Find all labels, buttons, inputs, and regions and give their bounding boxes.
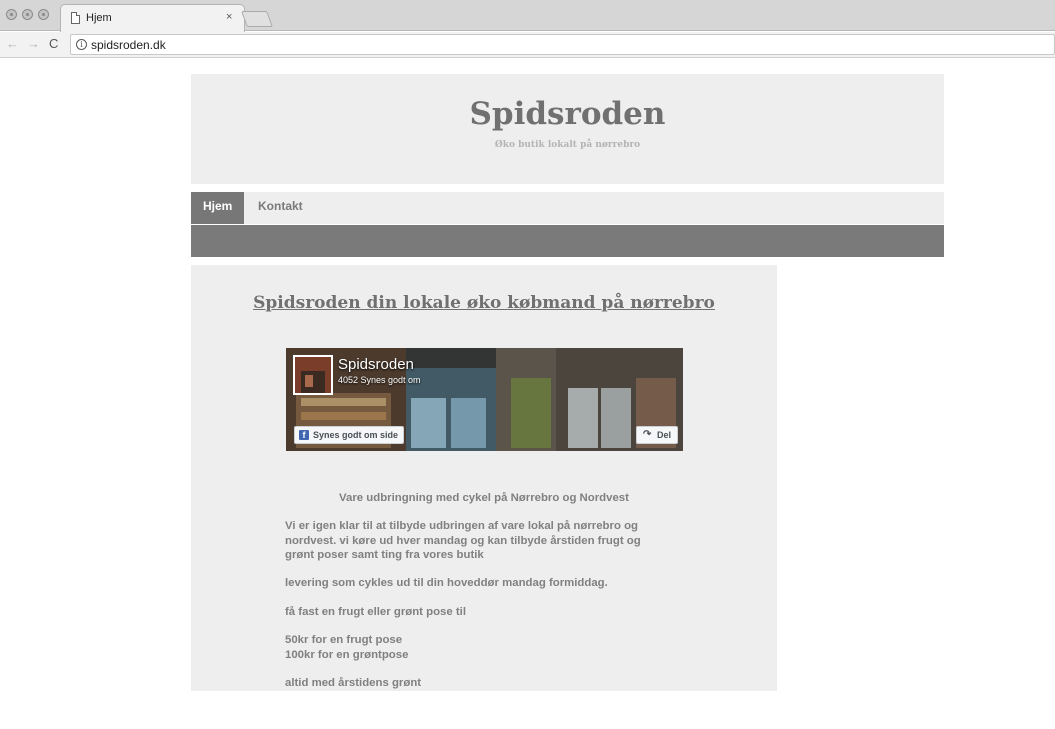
page-icon: [71, 12, 80, 24]
paragraph-line: altid med årstidens grønt: [285, 677, 422, 689]
facebook-like-button[interactable]: f Synes godt om side: [294, 426, 405, 444]
tab-close-icon[interactable]: ×: [226, 11, 232, 23]
close-window-icon[interactable]: [6, 9, 17, 20]
facebook-icon: f: [299, 430, 309, 440]
content-heading: Spidsroden din lokale øko købmand på nør…: [253, 293, 715, 313]
paragraph-line: nordvest. vi køre ud hver mandag og kan …: [285, 535, 641, 547]
facebook-page-widget[interactable]: Spidsroden 4052 Synes godt om f Synes go…: [286, 348, 683, 451]
main-nav: Hjem Kontakt: [191, 192, 944, 224]
reload-icon[interactable]: C: [49, 36, 58, 51]
paragraph-line: grønt poser samt ting fra vores butik: [285, 549, 484, 561]
browser-tab[interactable]: Hjem ×: [60, 4, 245, 32]
paragraph-line: Vi er igen klar til at tilbyde udbringen…: [285, 520, 638, 532]
paragraph-line: levering som cykles ud til din hoveddør …: [285, 577, 608, 589]
browser-toolbar: ← → C i spidsroden.dk: [0, 32, 1055, 58]
minimize-window-icon[interactable]: [22, 9, 33, 20]
share-icon: ↷: [643, 429, 652, 440]
price-line: 50kr for en frugt pose: [285, 634, 403, 646]
maximize-window-icon[interactable]: [38, 9, 49, 20]
page-thumbnail[interactable]: [293, 355, 333, 395]
facebook-page-name[interactable]: Spidsroden: [338, 356, 414, 373]
nav-item-hjem[interactable]: Hjem: [191, 192, 245, 224]
like-button-label: Synes godt om side: [313, 430, 399, 440]
address-bar[interactable]: i spidsroden.dk: [70, 34, 1055, 55]
nav-item-kontakt[interactable]: Kontakt: [246, 192, 315, 224]
tab-title: Hjem: [86, 12, 112, 24]
price-line: 100kr for en grøntpose: [285, 649, 409, 661]
site-title[interactable]: Spidsroden: [191, 96, 944, 132]
paragraph-line: få fast en frugt eller grønt pose til: [285, 606, 467, 618]
info-icon[interactable]: i: [76, 39, 87, 50]
facebook-likes-count: 4052 Synes godt om: [338, 375, 421, 385]
browser-titlebar: Hjem ×: [0, 0, 1055, 32]
site-tagline: Øko butik lokalt på nørrebro: [494, 140, 641, 150]
url-text[interactable]: spidsroden.dk: [91, 38, 166, 52]
nav-divider-bar: [191, 225, 944, 257]
main-content: Spidsroden din lokale øko købmand på nør…: [191, 265, 777, 691]
back-arrow-icon[interactable]: ←: [6, 36, 19, 51]
site-header: Spidsroden Øko butik lokalt på nørrebro: [191, 74, 944, 184]
share-button-label: Del: [657, 430, 672, 440]
new-tab-button[interactable]: [241, 11, 273, 27]
delivery-heading: Vare udbringning med cykel på Nørrebro o…: [339, 492, 629, 504]
facebook-share-button[interactable]: ↷ Del: [636, 426, 679, 444]
forward-arrow-icon[interactable]: →: [27, 36, 40, 51]
